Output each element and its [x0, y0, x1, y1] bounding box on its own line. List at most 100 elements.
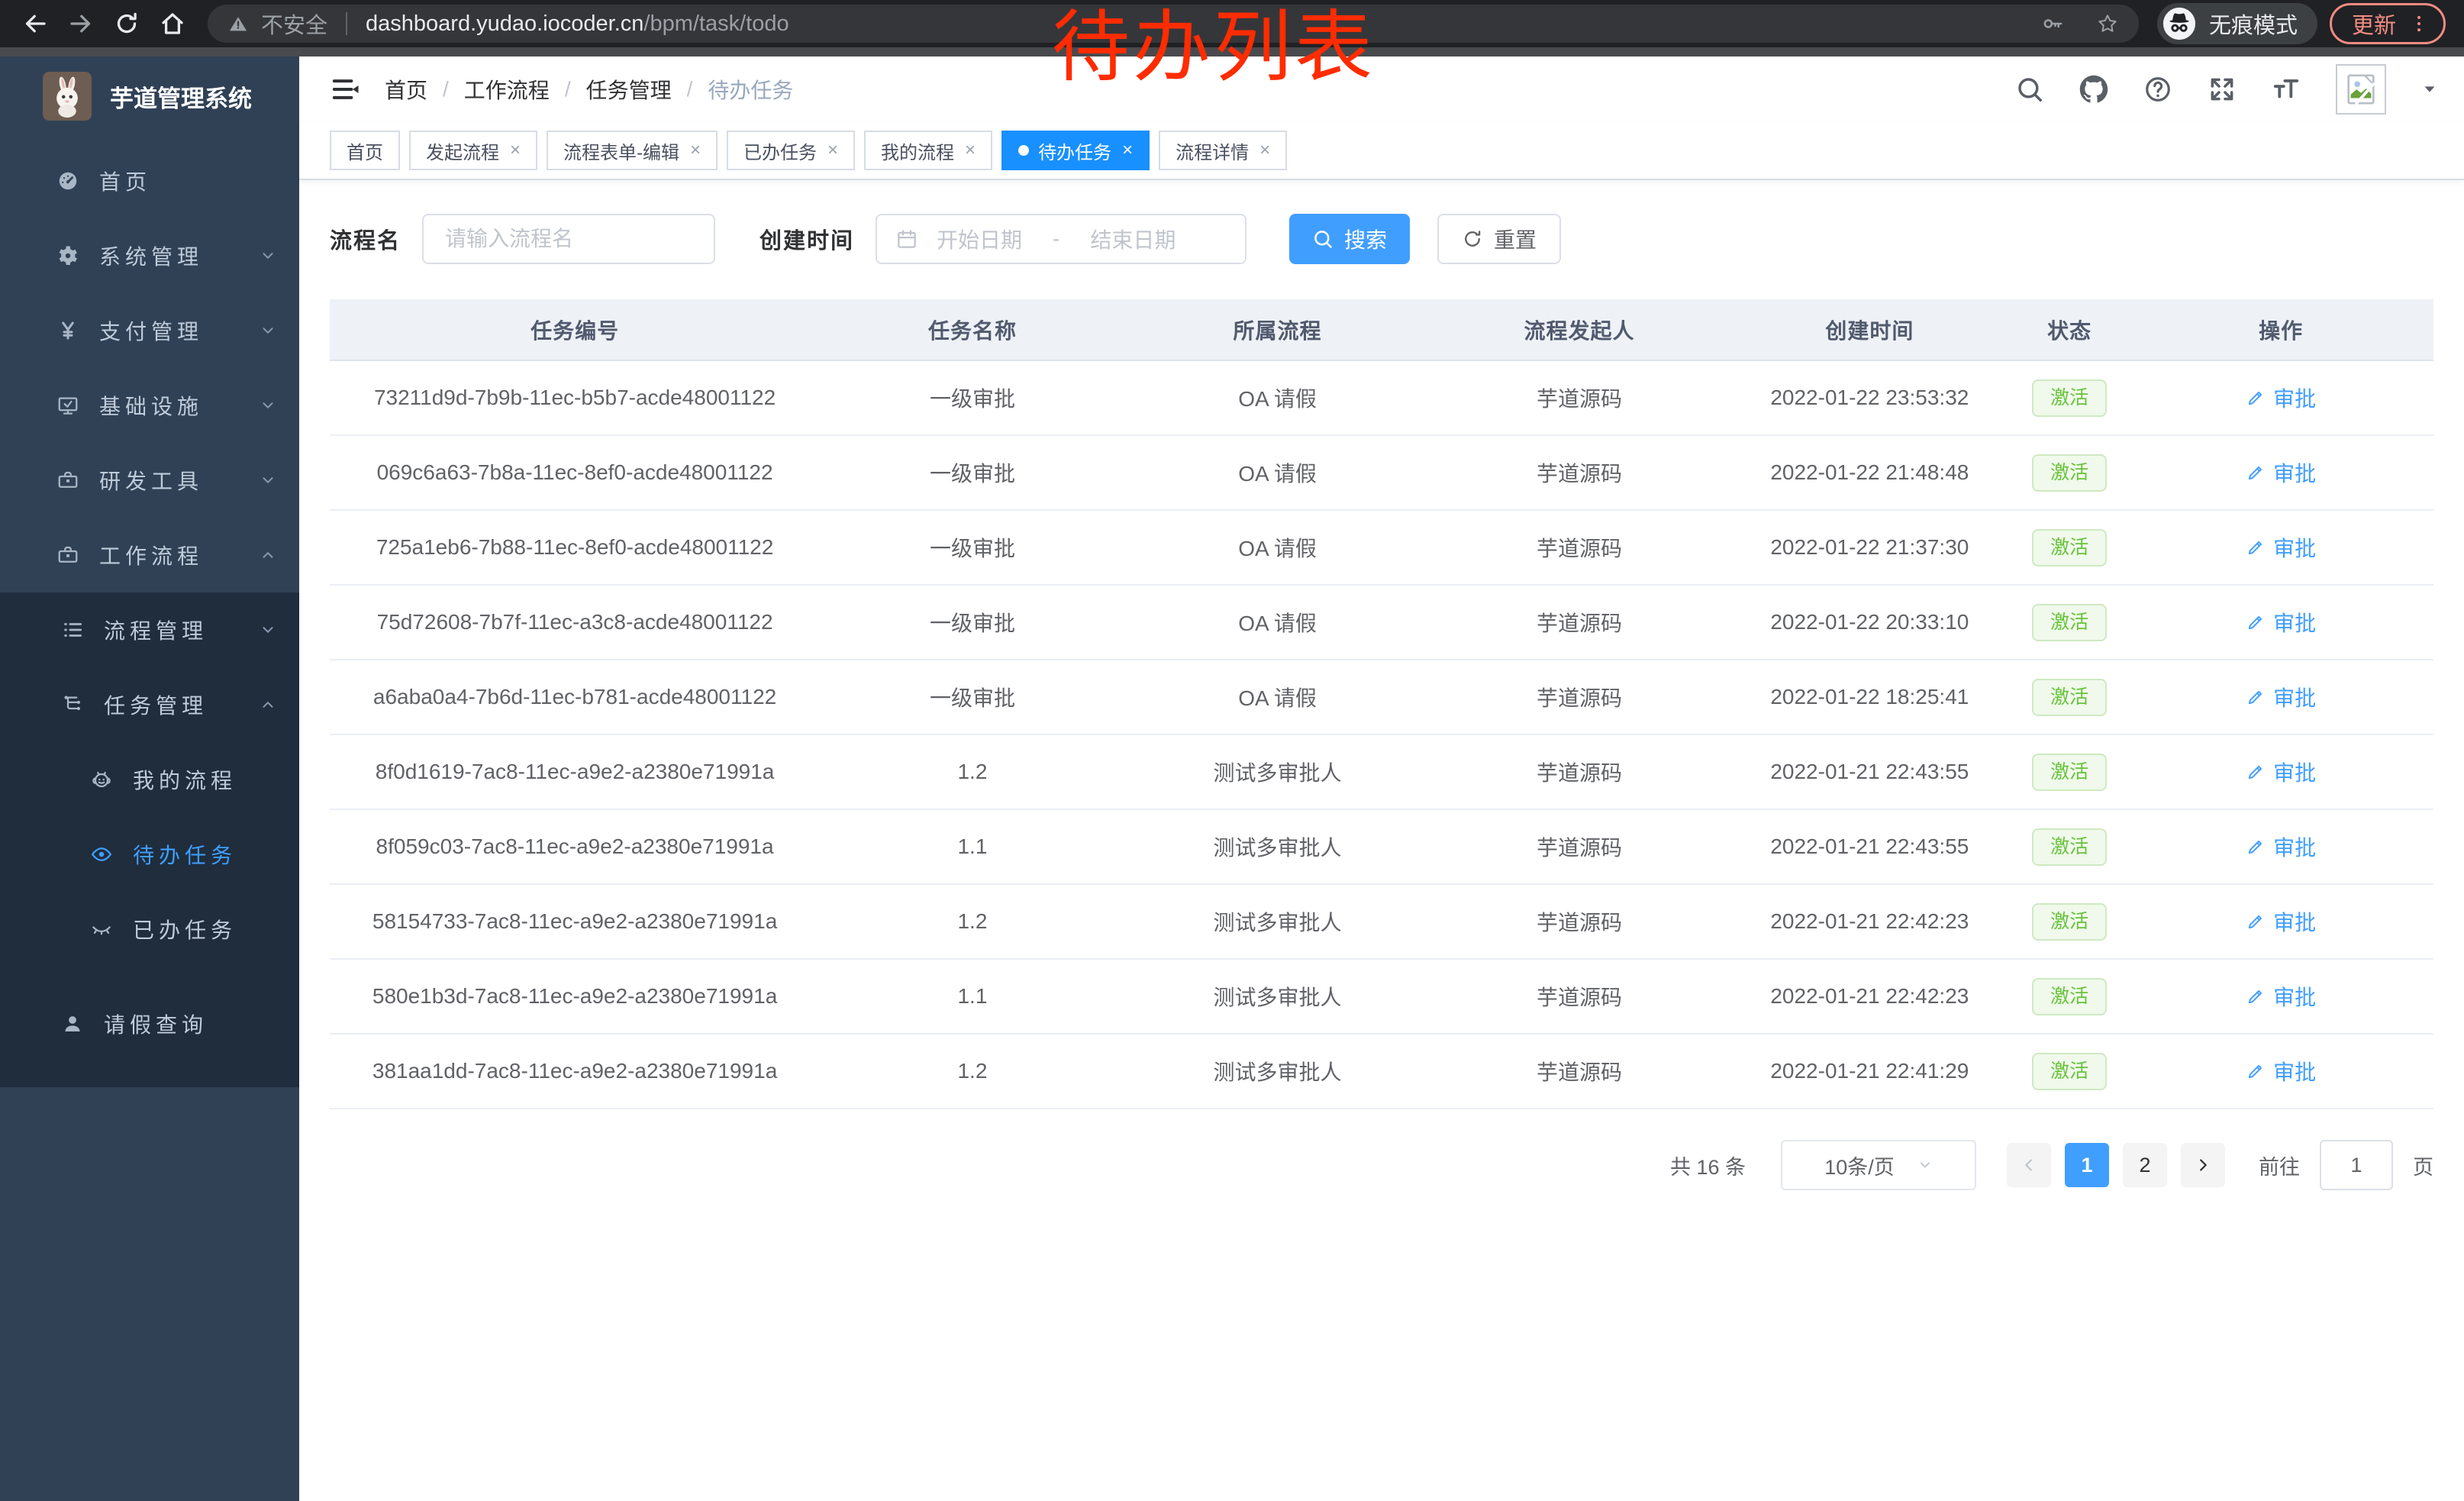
goto-page-input[interactable] [2320, 1140, 2393, 1190]
tab-待办任务[interactable]: 待办任务 × [1001, 131, 1150, 170]
select-chevron-icon [1917, 1157, 1933, 1173]
fullscreen-icon[interactable] [2208, 75, 2237, 104]
back-icon[interactable] [18, 7, 52, 40]
tab-close-icon[interactable]: × [510, 140, 521, 161]
help-icon[interactable] [2143, 75, 2172, 104]
task-name-cell: 一级审批 [820, 435, 1125, 510]
tab-close-icon[interactable]: × [965, 140, 976, 161]
password-key-icon[interactable] [2041, 12, 2064, 35]
chevron-down-icon [260, 322, 276, 339]
sidebar-item-系统管理[interactable]: 系统管理 [0, 218, 299, 293]
avatar[interactable] [2336, 64, 2386, 115]
home-icon[interactable] [156, 7, 189, 40]
approve-button[interactable]: 审批 [2246, 981, 2316, 1012]
approve-button[interactable]: 审批 [2246, 757, 2316, 787]
avatar-dropdown-caret-icon[interactable] [2421, 81, 2438, 98]
breadcrumb-item-2[interactable]: 任务管理 [586, 74, 672, 105]
user-icon [61, 1012, 84, 1035]
tab-close-icon[interactable]: × [690, 140, 701, 161]
bookmark-star-icon[interactable] [2096, 12, 2119, 35]
status-cell: 激活 [2011, 360, 2128, 435]
tab-label: 待办任务 [1038, 137, 1111, 164]
action-cell: 审批 [2128, 1034, 2433, 1109]
action-cell: 审批 [2128, 435, 2433, 510]
page-1-button[interactable]: 1 [2065, 1143, 2109, 1187]
status-cell: 激活 [2011, 959, 2128, 1034]
sidebar-item-待办任务[interactable]: 待办任务 [0, 817, 299, 892]
tab-label: 已办任务 [743, 137, 817, 164]
url-divider [346, 12, 347, 35]
search-icon[interactable] [2015, 75, 2044, 104]
sidebar-item-流程管理[interactable]: 流程管理 [0, 592, 299, 667]
starter-cell: 芋道源码 [1430, 435, 1728, 510]
create-time-cell: 2022-01-22 18:25:41 [1729, 660, 2011, 734]
task-name-cell: 1.2 [820, 884, 1125, 959]
breadcrumb-separator: / [565, 77, 571, 102]
status-cell: 激活 [2011, 884, 2128, 959]
tab-首页[interactable]: 首页 [330, 131, 400, 170]
url-bar[interactable]: 不安全 dashboard.yudao.iocoder.cn/bpm/task/… [208, 5, 2139, 43]
approve-button[interactable]: 审批 [2246, 532, 2316, 563]
breadcrumb-item-1[interactable]: 工作流程 [464, 74, 550, 105]
process-cell: OA 请假 [1125, 360, 1430, 435]
github-icon[interactable] [2079, 75, 2108, 104]
tab-已办任务[interactable]: 已办任务 × [727, 131, 855, 170]
tab-发起流程[interactable]: 发起流程× [409, 131, 537, 170]
approve-button[interactable]: 审批 [2246, 831, 2316, 862]
reset-button[interactable]: 重置 [1437, 214, 1561, 264]
next-page-button[interactable] [2181, 1143, 2225, 1187]
process-cell: 测试多审批人 [1125, 959, 1430, 1034]
tab-流程详情[interactable]: 流程详情× [1159, 131, 1287, 170]
status-badge: 激活 [2032, 903, 2107, 941]
sidebar-item-支付管理[interactable]: 支付管理 [0, 293, 299, 368]
forward-icon[interactable] [64, 7, 98, 40]
date-range-input[interactable]: 开始日期 - 结束日期 [876, 214, 1247, 264]
browser-menu-dots-icon[interactable] [2408, 13, 2430, 34]
tab-流程表单-编辑[interactable]: 流程表单-编辑× [547, 131, 718, 170]
task-id-cell: 58154733-7ac8-11ec-a9e2-a2380e71991a [330, 884, 820, 959]
approve-button[interactable]: 审批 [2246, 1056, 2316, 1086]
browser-chrome: 不安全 dashboard.yudao.iocoder.cn/bpm/task/… [0, 0, 2464, 47]
breadcrumb-item-0[interactable]: 首页 [385, 74, 427, 105]
tab-close-icon[interactable]: × [1259, 140, 1270, 161]
page-suffix-label: 页 [2413, 1151, 2433, 1180]
sidebar-item-基础设施[interactable]: 基础设施 [0, 368, 299, 443]
approve-button[interactable]: 审批 [2246, 457, 2316, 488]
sidebar-item-请假查询[interactable]: 请假查询 [0, 986, 299, 1061]
sidebar-item-已办任务[interactable]: 已办任务 [0, 892, 299, 967]
sidebar-item-label: 系统管理 [99, 240, 240, 271]
task-name-cell: 1.2 [820, 734, 1125, 809]
column-header-任务编号: 任务编号 [330, 299, 820, 360]
gear-icon [56, 244, 79, 267]
approve-button[interactable]: 审批 [2246, 682, 2316, 712]
sidebar-item-label: 待办任务 [133, 839, 276, 870]
sidebar-item-任务管理[interactable]: 任务管理 [0, 667, 299, 742]
chevron-down-icon [260, 472, 276, 489]
reload-icon[interactable] [110, 7, 144, 40]
task-name-cell: 1.1 [820, 959, 1125, 1034]
prev-page-button[interactable] [2007, 1143, 2051, 1187]
collapse-menu-icon[interactable] [330, 74, 360, 105]
page-size-select[interactable]: 10条/页 [1781, 1140, 1976, 1190]
sidebar-item-研发工具[interactable]: 研发工具 [0, 443, 299, 518]
status-badge: 激活 [2032, 454, 2107, 492]
logo[interactable]: 芋道管理系统 [0, 56, 299, 136]
approve-button[interactable]: 审批 [2246, 383, 2316, 413]
page-2-button[interactable]: 2 [2123, 1143, 2167, 1187]
font-size-icon[interactable] [2272, 75, 2301, 104]
tab-bar: 首页发起流程×流程表单-编辑×已办任务×我的流程×待办任务×流程详情× [299, 122, 2464, 180]
update-button[interactable]: 更新 [2330, 3, 2446, 44]
tab-close-icon[interactable]: × [1122, 140, 1133, 161]
tab-close-icon[interactable]: × [827, 140, 838, 161]
sidebar-item-工作流程[interactable]: 工作流程 [0, 518, 299, 592]
approve-button[interactable]: 审批 [2246, 906, 2316, 937]
search-button[interactable]: 搜索 [1289, 214, 1410, 264]
sidebar-item-我的流程[interactable]: 我的流程 [0, 742, 299, 817]
tab-我的流程[interactable]: 我的流程× [864, 131, 992, 170]
task-id-cell: 8f0d1619-7ac8-11ec-a9e2-a2380e71991a [330, 734, 820, 809]
process-name-input[interactable] [422, 214, 715, 264]
sidebar-item-首页[interactable]: 首页 [0, 144, 299, 218]
pencil-icon [2246, 912, 2266, 931]
task-id-cell: 069c6a63-7b8a-11ec-8ef0-acde48001122 [330, 435, 820, 510]
approve-button[interactable]: 审批 [2246, 607, 2316, 638]
